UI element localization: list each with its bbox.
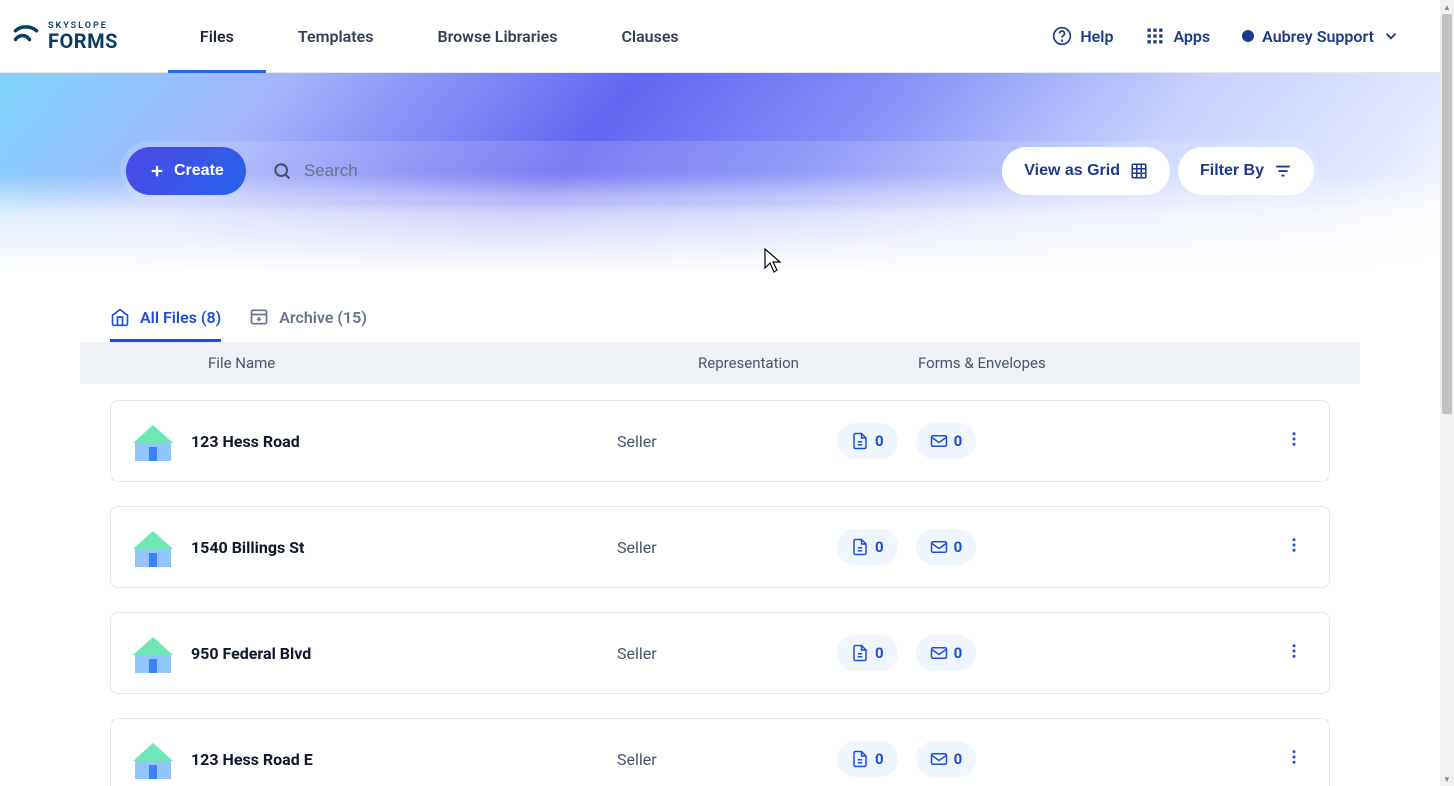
envelopes-count: 0 xyxy=(954,538,963,556)
house-icon xyxy=(129,735,177,783)
search-icon xyxy=(272,161,292,181)
create-button[interactable]: Create xyxy=(126,147,246,195)
grid-icon xyxy=(1130,162,1148,180)
tab-all-files[interactable]: All Files (8) xyxy=(110,293,221,341)
file-row[interactable]: 123 Hess Road E Seller 0 0 xyxy=(110,718,1330,786)
house-icon xyxy=(129,629,177,677)
row-more-button[interactable] xyxy=(1277,422,1311,460)
dots-vertical-icon xyxy=(1285,430,1303,448)
user-name: Aubrey Support xyxy=(1262,27,1374,46)
tab-archive[interactable]: Archive (15) xyxy=(249,293,367,341)
file-row[interactable]: 950 Federal Blvd Seller 0 0 xyxy=(110,612,1330,694)
file-row[interactable]: 1540 Billings St Seller 0 0 xyxy=(110,506,1330,588)
forms-badge[interactable]: 0 xyxy=(837,635,898,671)
envelopes-badge[interactable]: 0 xyxy=(916,529,977,565)
file-tabs: All Files (8) Archive (15) xyxy=(0,293,1440,342)
document-icon xyxy=(851,538,869,556)
plus-icon xyxy=(148,162,166,180)
forms-count: 0 xyxy=(875,644,884,662)
hero-section: Create View as Grid Filter By xyxy=(0,73,1440,273)
row-more-button[interactable] xyxy=(1277,634,1311,672)
col-forms-envelopes: Forms & Envelopes xyxy=(918,354,1312,372)
dots-vertical-icon xyxy=(1285,536,1303,554)
nav-templates[interactable]: Templates xyxy=(266,0,406,73)
file-row[interactable]: 123 Hess Road Seller 0 0 xyxy=(110,400,1330,482)
help-button[interactable]: Help xyxy=(1052,26,1113,46)
chevron-down-icon xyxy=(1382,27,1400,45)
dots-vertical-icon xyxy=(1285,642,1303,660)
apps-grid-icon xyxy=(1145,26,1165,46)
help-label: Help xyxy=(1080,27,1113,46)
scroll-up-icon[interactable]: ▲ xyxy=(1440,0,1454,14)
tab-all-files-label: All Files (8) xyxy=(140,308,221,327)
view-grid-label: View as Grid xyxy=(1024,162,1120,180)
apps-button[interactable]: Apps xyxy=(1145,26,1210,46)
create-label: Create xyxy=(174,162,224,180)
scrollbar[interactable]: ▲ ▼ xyxy=(1440,0,1454,786)
envelopes-count: 0 xyxy=(954,644,963,662)
logo-mark-icon xyxy=(12,22,40,50)
row-more-button[interactable] xyxy=(1277,528,1311,566)
house-icon xyxy=(129,417,177,465)
document-icon xyxy=(851,432,869,450)
apps-label: Apps xyxy=(1173,27,1210,46)
forms-badge[interactable]: 0 xyxy=(837,529,898,565)
search-wrap xyxy=(254,147,994,195)
file-name: 1540 Billings St xyxy=(191,538,617,557)
table-header: File Name Representation Forms & Envelop… xyxy=(80,342,1360,384)
forms-badge[interactable]: 0 xyxy=(837,741,898,777)
user-status-dot-icon xyxy=(1242,30,1254,42)
scrollbar-thumb[interactable] xyxy=(1442,14,1452,414)
logo[interactable]: SKYSLOPE FORMS xyxy=(12,22,118,51)
envelopes-badge[interactable]: 0 xyxy=(916,741,977,777)
file-representation: Seller xyxy=(617,538,837,557)
logo-main-text: FORMS xyxy=(48,31,118,51)
envelope-icon xyxy=(930,750,948,768)
file-name: 950 Federal Blvd xyxy=(191,644,617,663)
envelope-icon xyxy=(930,644,948,662)
tab-archive-label: Archive (15) xyxy=(279,308,367,327)
app-header: SKYSLOPE FORMS Files Templates Browse Li… xyxy=(0,0,1440,73)
action-bar: Create View as Grid Filter By xyxy=(120,141,1320,201)
document-icon xyxy=(851,644,869,662)
user-menu[interactable]: Aubrey Support xyxy=(1242,27,1400,46)
envelope-icon xyxy=(930,432,948,450)
scroll-down-icon[interactable]: ▼ xyxy=(1440,772,1454,786)
archive-icon xyxy=(249,307,269,327)
col-representation: Representation xyxy=(698,354,918,372)
row-more-button[interactable] xyxy=(1277,740,1311,778)
file-representation: Seller xyxy=(617,750,837,769)
filter-by-button[interactable]: Filter By xyxy=(1178,147,1314,195)
file-rows: 123 Hess Road Seller 0 0 xyxy=(0,384,1440,786)
search-input[interactable] xyxy=(304,161,976,181)
nav-clauses[interactable]: Clauses xyxy=(589,0,710,73)
nav-files[interactable]: Files xyxy=(168,0,266,73)
dots-vertical-icon xyxy=(1285,748,1303,766)
filter-label: Filter By xyxy=(1200,162,1264,180)
home-icon xyxy=(110,307,130,327)
help-icon xyxy=(1052,26,1072,46)
file-representation: Seller xyxy=(617,644,837,663)
main-nav: Files Templates Browse Libraries Clauses xyxy=(168,0,711,73)
file-representation: Seller xyxy=(617,432,837,451)
file-name: 123 Hess Road E xyxy=(191,750,617,769)
envelopes-count: 0 xyxy=(954,432,963,450)
nav-browse-libraries[interactable]: Browse Libraries xyxy=(405,0,589,73)
forms-count: 0 xyxy=(875,538,884,556)
view-as-grid-button[interactable]: View as Grid xyxy=(1002,147,1170,195)
envelopes-badge[interactable]: 0 xyxy=(916,423,977,459)
envelope-icon xyxy=(930,538,948,556)
house-icon xyxy=(129,523,177,571)
envelopes-count: 0 xyxy=(954,750,963,768)
document-icon xyxy=(851,750,869,768)
filter-icon xyxy=(1274,162,1292,180)
file-name: 123 Hess Road xyxy=(191,432,617,451)
forms-badge[interactable]: 0 xyxy=(837,423,898,459)
col-file-name: File Name xyxy=(208,354,698,372)
forms-count: 0 xyxy=(875,432,884,450)
envelopes-badge[interactable]: 0 xyxy=(916,635,977,671)
forms-count: 0 xyxy=(875,750,884,768)
